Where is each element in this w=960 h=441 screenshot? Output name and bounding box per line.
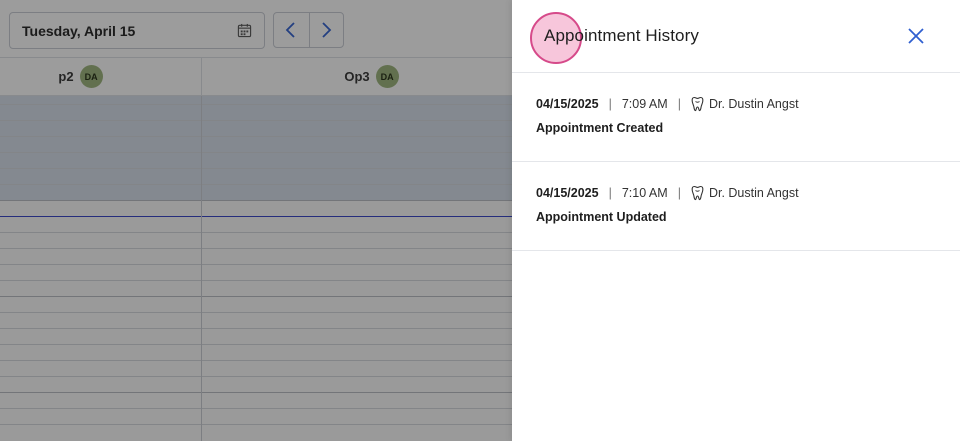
separator: | <box>608 97 612 111</box>
history-entry-meta: 04/15/2025 | 7:10 AM | Dr. Dustin Angst <box>536 185 799 201</box>
history-entry: 04/15/2025 | 7:10 AM | Dr. Dustin Angst … <box>512 162 960 251</box>
modal-backdrop[interactable] <box>0 0 512 441</box>
history-entry: 04/15/2025 | 7:09 AM | Dr. Dustin Angst … <box>512 73 960 162</box>
separator: | <box>677 97 681 111</box>
calendar-view: Tuesday, April 15 p2 DA Op3 DA <box>0 0 512 441</box>
entry-action: Appointment Created <box>536 121 664 135</box>
separator: | <box>608 186 612 200</box>
separator: | <box>677 186 681 200</box>
entry-user: Dr. Dustin Angst <box>708 97 799 111</box>
entry-time: 7:09 AM <box>621 97 668 111</box>
entry-date: 04/15/2025 <box>536 186 599 200</box>
panel-title: Appointment History <box>544 26 699 45</box>
entry-action: Appointment Updated <box>536 210 667 224</box>
entry-time: 7:10 AM <box>621 186 668 200</box>
close-icon <box>908 28 924 44</box>
panel-header: Appointment History <box>512 0 960 73</box>
tooth-icon <box>691 96 704 112</box>
history-entry-meta: 04/15/2025 | 7:09 AM | Dr. Dustin Angst <box>536 96 799 112</box>
close-button[interactable] <box>904 24 928 48</box>
entry-date: 04/15/2025 <box>536 97 599 111</box>
appointment-history-panel: Appointment History 04/15/2025 | 7:09 AM… <box>512 0 960 441</box>
tooth-icon <box>691 185 704 201</box>
entry-user: Dr. Dustin Angst <box>708 186 799 200</box>
